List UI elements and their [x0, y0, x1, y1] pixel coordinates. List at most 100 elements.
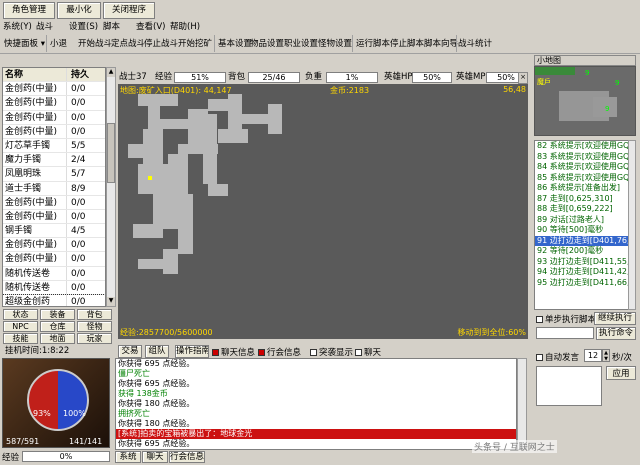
- script-log-entry[interactable]: 85 系统提示[欢迎使用GQ:9: [535, 173, 635, 184]
- script-log-entry[interactable]: 88 走到[0,659,222]: [535, 204, 635, 215]
- chat-scrollbar[interactable]: [517, 358, 527, 450]
- role-manage-button[interactable]: 角色管理: [3, 2, 55, 19]
- items-table-row[interactable]: 道士手镯 8/9: [3, 181, 105, 196]
- menu-item[interactable]: 系统(Y): [3, 21, 32, 33]
- tab-grid-button[interactable]: 背包: [77, 309, 112, 320]
- quick-panel-dropdown[interactable]: 快捷面板 ▾: [4, 38, 45, 50]
- toolbar-button[interactable]: 怪物设置: [318, 38, 352, 50]
- auto-speak-text[interactable]: [536, 366, 602, 406]
- items-table-row[interactable]: 钢手镯 4/5: [3, 224, 105, 239]
- items-table-row[interactable]: 魔力手镯 2/4: [3, 153, 105, 168]
- minimap[interactable]: 9 魔戶 9 9: [534, 66, 636, 136]
- items-table-row[interactable]: 凤凰明珠 5/7: [3, 167, 105, 182]
- tab-grid-button[interactable]: 玩家: [77, 333, 112, 344]
- script-log-entry[interactable]: 92 等待[200]毫秒: [535, 246, 635, 257]
- close-program-button[interactable]: 关闭程序: [103, 2, 155, 19]
- toolbar-button[interactable]: 定点战斗: [111, 38, 145, 50]
- item-name: 凤凰明珠: [5, 169, 42, 180]
- script-log-entry[interactable]: 90 等待[500]毫秒: [535, 225, 635, 236]
- toolbar-button[interactable]: 停止战斗: [144, 38, 178, 50]
- item-durability: 0/0: [66, 124, 85, 138]
- script-log-entry[interactable]: 91 边打边走到[D401,76,: [535, 235, 635, 246]
- chat-tab[interactable]: 组队: [145, 345, 169, 358]
- script-log-entry[interactable]: 95 边打边走到[D411,66,68]: [535, 278, 635, 289]
- script-log-entry[interactable]: 89 对话[过路老人]: [535, 215, 635, 226]
- map-close-icon[interactable]: ×: [518, 72, 528, 84]
- script-log-entry[interactable]: 86 系统提示[准备出发]: [535, 183, 635, 194]
- chat-tab[interactable]: 交易: [118, 345, 142, 358]
- auto-speak-checkbox[interactable]: 自动发言: [536, 351, 579, 363]
- menu-item[interactable]: 帮助(H): [170, 21, 200, 33]
- tab-grid-button[interactable]: 技能: [3, 333, 38, 344]
- script-log-entry[interactable]: 87 走到[0,625,310]: [535, 194, 635, 205]
- script-log-entry[interactable]: 83 系统提示[欢迎使用GQ:9: [535, 152, 635, 163]
- toolbar-button[interactable]: 物品设置: [250, 38, 284, 50]
- toolbar-button[interactable]: 开始战斗: [78, 38, 112, 50]
- items-table-row[interactable]: 金创药(中量) 0/0: [3, 195, 105, 210]
- apply-button[interactable]: 应用: [606, 366, 636, 380]
- item-name: 钢手镯: [5, 226, 33, 237]
- script-log-entry[interactable]: 93 边打边走到[D411,55,34]: [535, 257, 635, 268]
- game-map[interactable]: 地图:废矿入口(D401): 44,147 金币:2183 56,48 经验:2…: [118, 84, 528, 339]
- command-input[interactable]: [536, 327, 594, 339]
- auto-speak-interval[interactable]: 12: [584, 349, 602, 362]
- minimap-mark: 9: [585, 69, 590, 77]
- menu-item[interactable]: 脚本: [103, 21, 120, 33]
- chat-filter-checkbox[interactable]: 行会信息: [258, 346, 301, 358]
- items-table-row[interactable]: 灯芯草手镯 5/5: [3, 138, 105, 154]
- menu-item[interactable]: 设置(S): [69, 21, 98, 33]
- items-table-row[interactable]: 随机传送卷 0/0: [3, 280, 105, 295]
- items-table-row[interactable]: 金创药(中量) 0/0: [3, 124, 105, 139]
- bottom-tab[interactable]: 行会信息: [169, 451, 205, 463]
- tab-grid-button[interactable]: 怪物: [77, 321, 112, 332]
- tab-grid-button[interactable]: 状态: [3, 309, 38, 320]
- items-table-row[interactable]: 金创药(中量) 0/0: [3, 209, 105, 225]
- items-table-row[interactable]: 随机传送卷 0/0: [3, 266, 105, 281]
- chat-filter-checkbox[interactable]: 聊天信息: [212, 346, 255, 358]
- toolbar-button[interactable]: 开始挖矿: [178, 38, 212, 50]
- exec-command-button[interactable]: 执行命令: [596, 327, 636, 340]
- bottom-tab[interactable]: 系统: [115, 451, 141, 463]
- items-table-row[interactable]: 金创药(中量) 0/0: [3, 238, 105, 253]
- single-step-checkbox[interactable]: 单步执行脚本: [536, 313, 596, 325]
- items-table-row[interactable]: 金创药(中量) 0/0: [3, 252, 105, 267]
- item-durability: 0/0: [66, 195, 85, 209]
- menu-item[interactable]: 查看(V): [136, 21, 165, 33]
- items-scrollbar[interactable]: ▲ ▼: [106, 67, 116, 307]
- chat-tab[interactable]: 操作指南: [175, 345, 209, 358]
- tab-grid-button[interactable]: NPC: [3, 321, 38, 332]
- script-log-entry[interactable]: 84 系统提示[欢迎使用GQ:9: [535, 162, 635, 173]
- toolbar-button[interactable]: 基本设置: [218, 38, 252, 50]
- toolbar-button[interactable]: 战斗统计: [458, 38, 492, 50]
- script-log-scrollbar[interactable]: [628, 140, 636, 310]
- items-table-row[interactable]: 金创药(中量) 0/0: [3, 96, 105, 111]
- chat-filter-checkbox[interactable]: 聊天: [355, 346, 381, 358]
- toolbar-button[interactable]: 小退: [50, 38, 67, 50]
- tab-grid-button[interactable]: 装备: [40, 309, 75, 320]
- script-log[interactable]: 82 系统提示[欢迎使用GQ:9 83 系统提示[欢迎使用GQ:9 84 系统提示[…: [534, 140, 636, 310]
- map-coord: 56,48: [503, 85, 526, 94]
- toolbar-button[interactable]: 运行脚本: [356, 38, 390, 50]
- items-table-row[interactable]: 金创药(中量) 0/0: [3, 82, 105, 97]
- items-table-row[interactable]: 金创药(中量) 0/0: [3, 110, 105, 125]
- toolbar-button[interactable]: 脚本向导: [424, 38, 458, 50]
- bottom-tab[interactable]: 聊天: [142, 451, 168, 463]
- toolbar-button[interactable]: 停止脚本: [390, 38, 424, 50]
- item-name: 金创药(中量): [5, 211, 58, 222]
- minimize-button[interactable]: 最小化: [57, 2, 101, 19]
- toolbar-button[interactable]: 职业设置: [284, 38, 318, 50]
- item-durability: 0/0: [66, 96, 85, 110]
- minimap-mark: 9: [605, 105, 610, 113]
- tab-grid-button[interactable]: 地面: [40, 333, 75, 344]
- tab-grid-button[interactable]: 仓库: [40, 321, 75, 332]
- item-name: 超级金创药: [5, 297, 51, 307]
- item-durability: 0/0: [66, 110, 85, 124]
- menu-item[interactable]: 战斗: [36, 21, 53, 33]
- script-log-entry[interactable]: 82 系统提示[欢迎使用GQ:9: [535, 141, 635, 152]
- continue-button[interactable]: 继续执行: [594, 312, 636, 325]
- interval-spinner[interactable]: ▲ ▼: [602, 349, 610, 362]
- script-log-entry[interactable]: 94 边打边走到[D411,42,68]: [535, 267, 635, 278]
- chat-filter-checkbox[interactable]: 突袭显示: [310, 346, 353, 358]
- items-table-row[interactable]: 超级金创药 0/0: [3, 293, 105, 307]
- mp-numbers: 141/141: [69, 437, 103, 446]
